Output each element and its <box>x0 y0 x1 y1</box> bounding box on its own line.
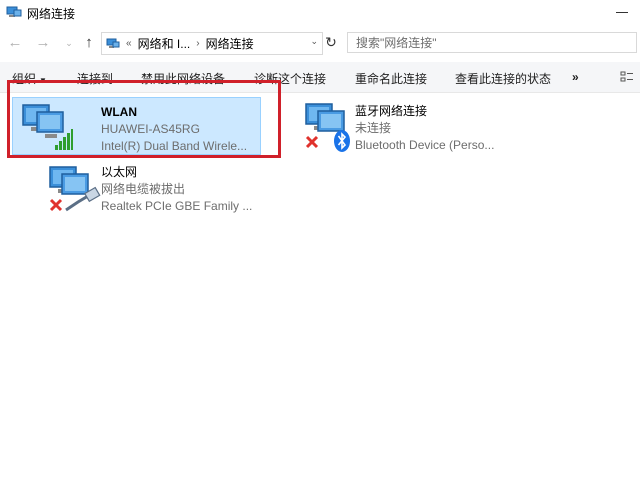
search-input[interactable]: 搜索"网络连接" <box>347 32 637 53</box>
minimize-button[interactable] <box>616 12 628 13</box>
network-connections-app-icon <box>6 6 22 17</box>
bluetooth-icon <box>334 130 350 152</box>
connection-device: Bluetooth Device (Perso... <box>355 138 495 152</box>
up-arrow-icon[interactable]: ↑ <box>80 34 98 52</box>
address-bar: ← → ⌄ ↑ « 网络和 I... › 网络连接 ⌄ ↻ 搜索"网络连接" <box>0 28 640 58</box>
highlight-frame <box>7 80 281 158</box>
window-title: 网络连接 <box>27 6 76 21</box>
breadcrumb-network-internet[interactable]: 网络和 I... <box>138 35 191 52</box>
connection-item-bluetooth[interactable]: 蓝牙网络连接 未连接 Bluetooth Device (Perso... <box>300 97 550 155</box>
address-dropdown-chevron-icon[interactable]: ⌄ <box>310 36 318 47</box>
more-commands-button[interactable]: » <box>572 70 579 84</box>
connection-name: 以太网 <box>101 165 138 179</box>
recent-overflow-marker: « <box>126 38 132 49</box>
connection-item-ethernet[interactable]: 以太网 网络电缆被拔出 Realtek PCIe GBE Family ... <box>44 160 294 218</box>
network-folder-icon <box>106 38 120 48</box>
refresh-icon[interactable]: ↻ <box>322 32 340 53</box>
ethernet-adapter-icon <box>49 166 101 212</box>
breadcrumb-separator-icon: › <box>196 38 200 49</box>
forward-arrow-icon[interactable]: → <box>34 34 52 52</box>
recent-locations-chevron-icon[interactable]: ⌄ <box>60 34 78 52</box>
connection-name: 蓝牙网络连接 <box>355 104 428 118</box>
disconnected-x-icon <box>49 198 63 212</box>
breadcrumb-network-connections[interactable]: 网络连接 <box>206 35 254 52</box>
view-status-button[interactable]: 查看此连接的状态 <box>455 70 551 87</box>
disconnected-x-icon <box>305 135 319 149</box>
bluetooth-adapter-icon <box>305 103 350 152</box>
change-view-icon[interactable] <box>620 70 634 84</box>
connection-status: 未连接 <box>355 121 392 135</box>
title-bar: 网络连接 <box>0 0 640 26</box>
back-arrow-icon[interactable]: ← <box>6 34 24 52</box>
rename-connection-button[interactable]: 重命名此连接 <box>355 70 427 87</box>
connection-status: 网络电缆被拔出 <box>101 182 186 196</box>
connection-device: Realtek PCIe GBE Family ... <box>101 199 253 213</box>
search-placeholder: 搜索"网络连接" <box>356 36 437 50</box>
breadcrumb[interactable]: « 网络和 I... › 网络连接 ⌄ <box>101 32 323 55</box>
